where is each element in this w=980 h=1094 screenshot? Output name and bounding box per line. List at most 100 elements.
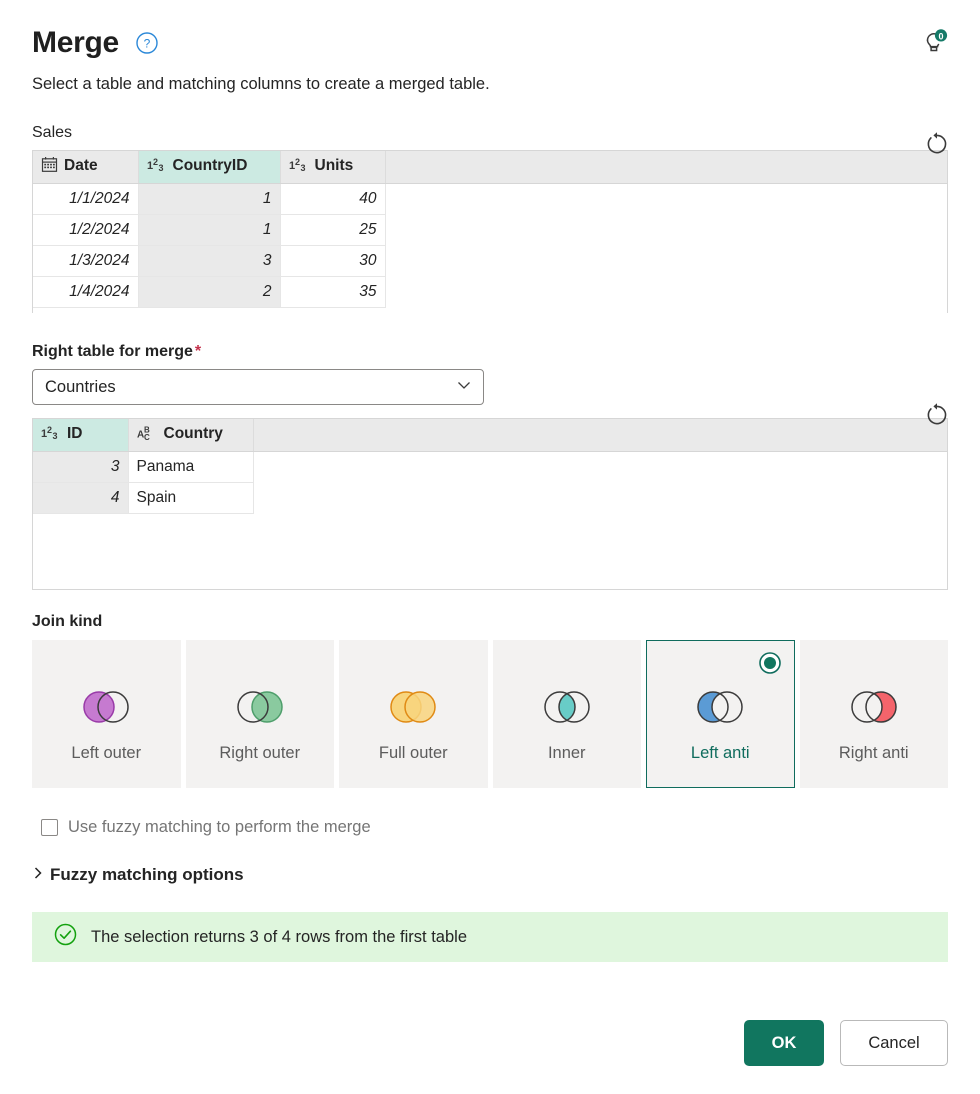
cell-empty (253, 452, 947, 483)
column-header-label: ID (67, 425, 83, 442)
right-table-preview: 1 2 3 ID A B C C (32, 418, 948, 590)
column-header-filler (385, 151, 947, 184)
table-row[interactable]: 4 Spain (33, 483, 947, 514)
right-table-field-label: Right table for merge* (32, 343, 948, 361)
svg-text:2: 2 (295, 157, 300, 167)
page-title: Merge (32, 26, 119, 60)
svg-text:C: C (144, 433, 150, 441)
join-kind-full-outer[interactable]: Full outer (339, 640, 488, 788)
column-header-id[interactable]: 1 2 3 ID (33, 419, 128, 452)
table-row-filler (33, 514, 947, 538)
ok-button[interactable]: OK (744, 1020, 824, 1066)
cell-empty (253, 483, 947, 514)
right-table-dropdown[interactable]: Countries (32, 369, 484, 405)
cell-empty (385, 215, 947, 246)
field-label-text: Right table for merge (32, 343, 193, 360)
table-row[interactable]: 1/2/2024 1 25 (33, 215, 947, 246)
join-kind-right-anti[interactable]: Right anti (800, 640, 949, 788)
dialog-subtitle: Select a table and matching columns to c… (32, 75, 948, 94)
table-row[interactable]: 1/1/2024 1 40 (33, 184, 947, 215)
dialog-header: Merge ? (32, 0, 948, 60)
svg-text:?: ? (144, 37, 151, 51)
table-row-filler (33, 308, 947, 332)
join-kind-inner[interactable]: Inner (493, 640, 642, 788)
column-header-filler (253, 419, 947, 452)
refresh-icon-right-table[interactable] (924, 402, 950, 433)
join-kind-left-anti[interactable]: Left anti (646, 640, 795, 788)
left-table-preview: Date 1 2 3 CountryID (32, 150, 948, 313)
join-kind-label-text: Inner (507, 743, 627, 765)
fuzzy-matching-checkbox[interactable] (41, 819, 58, 836)
table-row[interactable]: 3 Panama (33, 452, 947, 483)
cancel-button[interactable]: Cancel (840, 1020, 948, 1066)
radio-selected-icon[interactable] (758, 651, 782, 680)
cell-units: 25 (280, 215, 385, 246)
cell-date: 1/2/2024 (33, 215, 138, 246)
join-kind-right-outer[interactable]: Right outer (186, 640, 335, 788)
column-header-countryid[interactable]: 1 2 3 CountryID (138, 151, 280, 184)
question-circle-icon[interactable]: ? (135, 31, 159, 55)
cell-country: Panama (128, 452, 253, 483)
fuzzy-matching-checkbox-row[interactable]: Use fuzzy matching to perform the merge (41, 818, 948, 837)
join-kind-left-outer[interactable]: Left outer (32, 640, 181, 788)
chevron-down-icon (455, 376, 473, 399)
svg-text:3: 3 (158, 163, 163, 173)
cell-units: 30 (280, 246, 385, 277)
cell-units: 40 (280, 184, 385, 215)
column-header-label: Units (315, 157, 354, 174)
column-header-label: Country (164, 425, 223, 442)
feedback-badge-count: 0 (938, 32, 943, 42)
venn-right-outer-icon (229, 685, 291, 729)
column-header-date[interactable]: Date (33, 151, 138, 184)
abc-text-icon: A B C (137, 424, 158, 446)
column-header-units[interactable]: 1 2 3 Units (280, 151, 385, 184)
cell-empty (385, 246, 947, 277)
merge-dialog: Merge ? 0 Select a table and matching co… (0, 0, 980, 1094)
cell-date: 1/3/2024 (33, 246, 138, 277)
cell-empty (385, 277, 947, 308)
lightbulb-icon[interactable]: 0 (918, 28, 950, 63)
venn-inner-icon (536, 685, 598, 729)
left-table-name: Sales (32, 124, 948, 142)
calendar-icon (41, 156, 58, 178)
cell-countryid: 1 (138, 215, 280, 246)
number-123-icon: 1 2 3 (41, 424, 61, 446)
fuzzy-matching-options-label: Fuzzy matching options (50, 865, 244, 885)
join-kind-label-text: Full outer (353, 743, 473, 765)
venn-full-outer-icon (382, 685, 444, 729)
dialog-footer: OK Cancel (744, 1020, 948, 1066)
cell-units: 35 (280, 277, 385, 308)
dropdown-selected-value: Countries (45, 378, 116, 397)
cell-date: 1/4/2024 (33, 277, 138, 308)
right-table-header-row: 1 2 3 ID A B C C (33, 419, 947, 452)
join-kind-label-text: Right outer (200, 743, 320, 765)
column-header-label: CountryID (173, 157, 248, 174)
fuzzy-matching-options-expander[interactable]: Fuzzy matching options (32, 865, 948, 885)
cell-countryid: 1 (138, 184, 280, 215)
join-kind-label-text: Left outer (46, 743, 166, 765)
cell-date: 1/1/2024 (33, 184, 138, 215)
join-kind-options: Left outer Right outer Full outer (32, 640, 948, 788)
cell-countryid: 2 (138, 277, 280, 308)
number-123-icon: 1 2 3 (147, 156, 167, 178)
cell-id: 4 (33, 483, 128, 514)
required-marker: * (195, 343, 201, 360)
check-circle-icon (54, 923, 77, 951)
table-row[interactable]: 1/3/2024 3 30 (33, 246, 947, 277)
join-kind-label-text: Left anti (660, 743, 780, 765)
svg-text:2: 2 (47, 425, 52, 435)
status-message-bar: The selection returns 3 of 4 rows from t… (32, 912, 948, 962)
status-message-text: The selection returns 3 of 4 rows from t… (91, 928, 467, 947)
fuzzy-matching-checkbox-label: Use fuzzy matching to perform the merge (68, 818, 371, 837)
refresh-icon-left-table[interactable] (924, 131, 950, 162)
svg-text:3: 3 (53, 431, 58, 441)
chevron-right-icon (32, 866, 50, 885)
svg-text:2: 2 (153, 157, 158, 167)
venn-left-anti-icon (689, 685, 751, 729)
column-header-country[interactable]: A B C Country (128, 419, 253, 452)
venn-left-outer-icon (75, 685, 137, 729)
left-table-header-row: Date 1 2 3 CountryID (33, 151, 947, 184)
column-header-label: Date (64, 157, 98, 174)
table-row[interactable]: 1/4/2024 2 35 (33, 277, 947, 308)
cell-empty (385, 184, 947, 215)
